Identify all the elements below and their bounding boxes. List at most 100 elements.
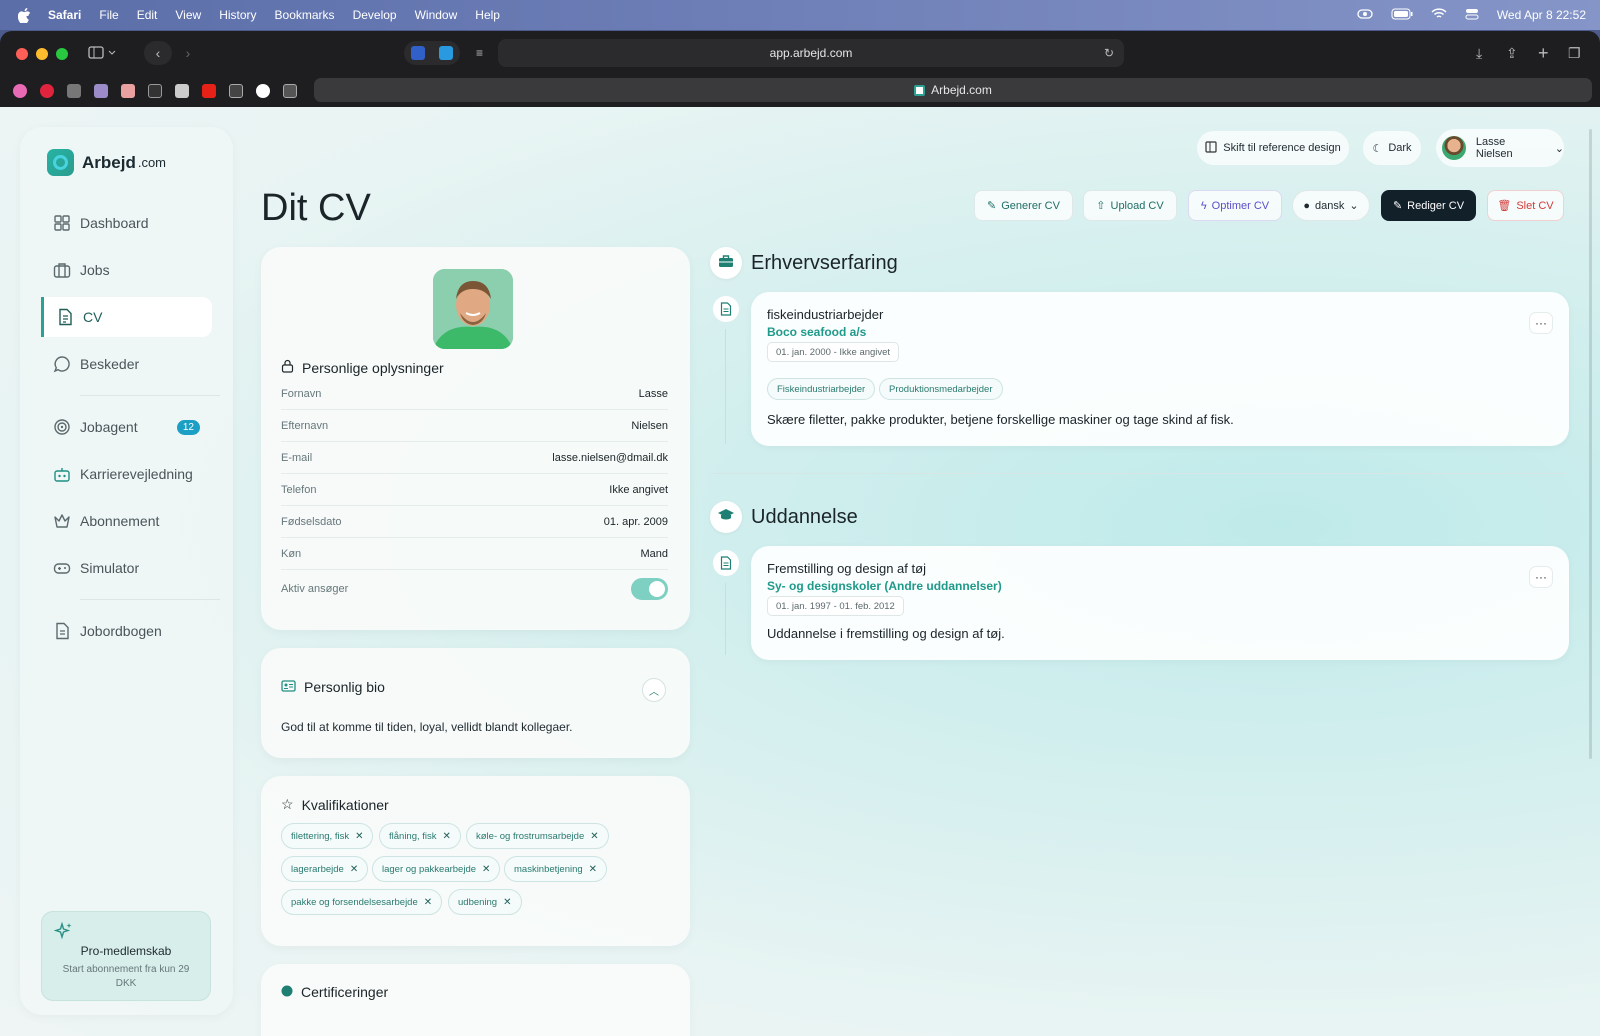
new-tab-icon[interactable]: +: [1538, 43, 1549, 64]
favorite-p-icon[interactable]: [67, 84, 81, 98]
avatar: [1442, 136, 1466, 160]
menu-file[interactable]: File: [99, 8, 118, 22]
control-center-icon[interactable]: [1357, 8, 1373, 23]
education-title: Uddannelse: [751, 506, 858, 528]
qualifications-header: ☆ Kvalifikationer: [281, 796, 389, 813]
scrollbar[interactable]: [1589, 129, 1592, 759]
battery-icon[interactable]: [1391, 8, 1413, 23]
sidebar-item-abonnement[interactable]: Abonnement: [42, 501, 212, 541]
favorite-bookmark-icon[interactable]: [121, 84, 135, 98]
pro-subtitle: Start abonnement fra kun 29 DKK: [62, 964, 190, 989]
reload-icon[interactable]: ↻: [1104, 46, 1114, 60]
qualification-chip[interactable]: pakke og forsendelsesarbejde ✕: [281, 889, 443, 915]
info-row-fornavn: Fornavn Lasse: [281, 378, 668, 410]
window-controls: [16, 47, 68, 60]
favorite-dribbble-icon[interactable]: [13, 84, 27, 98]
remove-chip-icon[interactable]: ✕: [503, 897, 511, 908]
language-select[interactable]: ● dansk ⌄: [1292, 190, 1370, 221]
optimize-cv-button[interactable]: ϟ Optimer CV: [1188, 190, 1282, 221]
sidebar-item-karrierevejledning[interactable]: Karrierevejledning: [42, 454, 212, 494]
sidebar-item-jobagent[interactable]: Jobagent 12: [42, 407, 212, 447]
brand-tld: .com: [137, 155, 167, 170]
date-range: 01. jan. 2000 - Ikke angivet: [767, 342, 900, 362]
downloads-icon[interactable]: ⤓: [1476, 45, 1482, 62]
brand-logo[interactable]: Arbejd .com: [47, 149, 166, 176]
apple-icon[interactable]: [16, 7, 32, 23]
wifi-icon[interactable]: [1431, 7, 1447, 23]
bitwarden-icon[interactable]: [411, 46, 425, 60]
remove-chip-icon[interactable]: ✕: [482, 864, 490, 875]
tab-overview-icon[interactable]: ❐: [1568, 45, 1581, 62]
collapse-bio-button[interactable]: ︿: [642, 678, 666, 702]
info-row-koen: Køn Mand: [281, 538, 668, 570]
favorite-gallery-icon[interactable]: [283, 84, 297, 98]
qualification-chip[interactable]: filettering, fisk ✕: [281, 823, 374, 849]
remove-chip-icon[interactable]: ✕: [443, 831, 451, 842]
switch-design-button[interactable]: Skift til reference design: [1197, 131, 1349, 165]
menubar-datetime[interactable]: Wed Apr 8 22:52: [1497, 8, 1586, 22]
reader-icon[interactable]: ≡: [476, 46, 483, 60]
sidebar-toggle-icon[interactable]: [88, 45, 116, 61]
qualification-chip[interactable]: maskinbetjening ✕: [504, 856, 608, 882]
delete-cv-button[interactable]: 🗑 Slet CV: [1487, 190, 1564, 221]
qualification-chip[interactable]: udbening ✕: [448, 889, 522, 915]
favorite-youtube-icon[interactable]: [202, 84, 216, 98]
toggles-icon[interactable]: [1465, 8, 1479, 23]
qualification-chip[interactable]: lagerarbejde ✕: [281, 856, 369, 882]
favorite-pinterest-icon[interactable]: [40, 84, 54, 98]
generate-cv-label: Generer CV: [1001, 199, 1060, 212]
favorite-dark-icon[interactable]: [148, 84, 162, 98]
sidebar-item-beskeder[interactable]: Beskeder: [42, 344, 212, 384]
remove-chip-icon[interactable]: ✕: [424, 897, 432, 908]
favorite-github-icon[interactable]: [256, 84, 270, 98]
upload-cv-button[interactable]: ⇧ Upload CV: [1083, 190, 1177, 221]
favorite-ghost-icon[interactable]: [94, 84, 108, 98]
theme-toggle-button[interactable]: ☾ Dark: [1363, 131, 1421, 165]
active-tab[interactable]: Arbejd.com: [314, 78, 1592, 102]
menu-history[interactable]: History: [219, 8, 256, 22]
share-icon[interactable]: ⇪: [1506, 45, 1518, 62]
profile-photo[interactable]: [433, 269, 513, 349]
favorite-book-icon[interactable]: [229, 84, 243, 98]
sidebar-item-simulator[interactable]: Simulator: [42, 548, 212, 588]
close-window-button[interactable]: [16, 47, 28, 60]
remove-chip-icon[interactable]: ✕: [355, 831, 363, 842]
qualification-chip[interactable]: lager og pakkearbejde ✕: [372, 856, 501, 882]
address-bar[interactable]: ≡ app.arbejd.com ↻: [476, 39, 1124, 67]
qualification-chip[interactable]: flåning, fisk ✕: [379, 823, 461, 849]
menu-app-name[interactable]: Safari: [48, 8, 81, 22]
tab-title: Arbejd.com: [931, 83, 992, 97]
sidebar-item-cv[interactable]: CV: [41, 297, 212, 337]
url-text[interactable]: app.arbejd.com: [770, 46, 853, 60]
pro-membership-card[interactable]: Pro-medlemskab Start abonnement fra kun …: [41, 911, 211, 1001]
edit-cv-button[interactable]: ✎ Rediger CV: [1381, 190, 1476, 221]
qualification-chip[interactable]: køle- og frostrumsarbejde ✕: [466, 823, 609, 849]
favorite-light-icon[interactable]: [175, 84, 189, 98]
menu-bookmarks[interactable]: Bookmarks: [275, 8, 335, 22]
remove-chip-icon[interactable]: ✕: [590, 831, 598, 842]
company-name[interactable]: Boco seafood a/s: [767, 325, 866, 339]
menu-view[interactable]: View: [175, 8, 201, 22]
menu-help[interactable]: Help: [475, 8, 500, 22]
generate-cv-button[interactable]: ✎ Generer CV: [974, 190, 1073, 221]
remove-chip-icon[interactable]: ✕: [589, 864, 597, 875]
sidebar-item-jobordbogen[interactable]: Jobordbogen: [42, 611, 212, 651]
more-options-button[interactable]: ···: [1529, 566, 1553, 588]
school-name[interactable]: Sy- og designskoler (Andre uddannelser): [767, 579, 1002, 593]
zoom-window-button[interactable]: [56, 47, 68, 60]
sidebar-item-jobs[interactable]: Jobs: [42, 250, 212, 290]
forward-icon[interactable]: ›: [174, 41, 202, 65]
more-options-button[interactable]: ···: [1529, 312, 1553, 334]
menu-edit[interactable]: Edit: [137, 8, 158, 22]
timeline-line: [725, 329, 726, 444]
minimize-window-button[interactable]: [36, 47, 48, 60]
active-applicant-toggle[interactable]: [631, 578, 668, 600]
ghost-extension-icon[interactable]: [439, 46, 453, 60]
user-menu[interactable]: Lasse Nielsen ⌄: [1436, 129, 1564, 167]
remove-chip-icon[interactable]: ✕: [350, 864, 358, 875]
sidebar-item-dashboard[interactable]: Dashboard: [42, 203, 212, 243]
back-icon[interactable]: ‹: [144, 41, 172, 65]
chip-label: pakke og forsendelsesarbejde: [291, 896, 418, 908]
menu-develop[interactable]: Develop: [353, 8, 397, 22]
menu-window[interactable]: Window: [415, 8, 458, 22]
